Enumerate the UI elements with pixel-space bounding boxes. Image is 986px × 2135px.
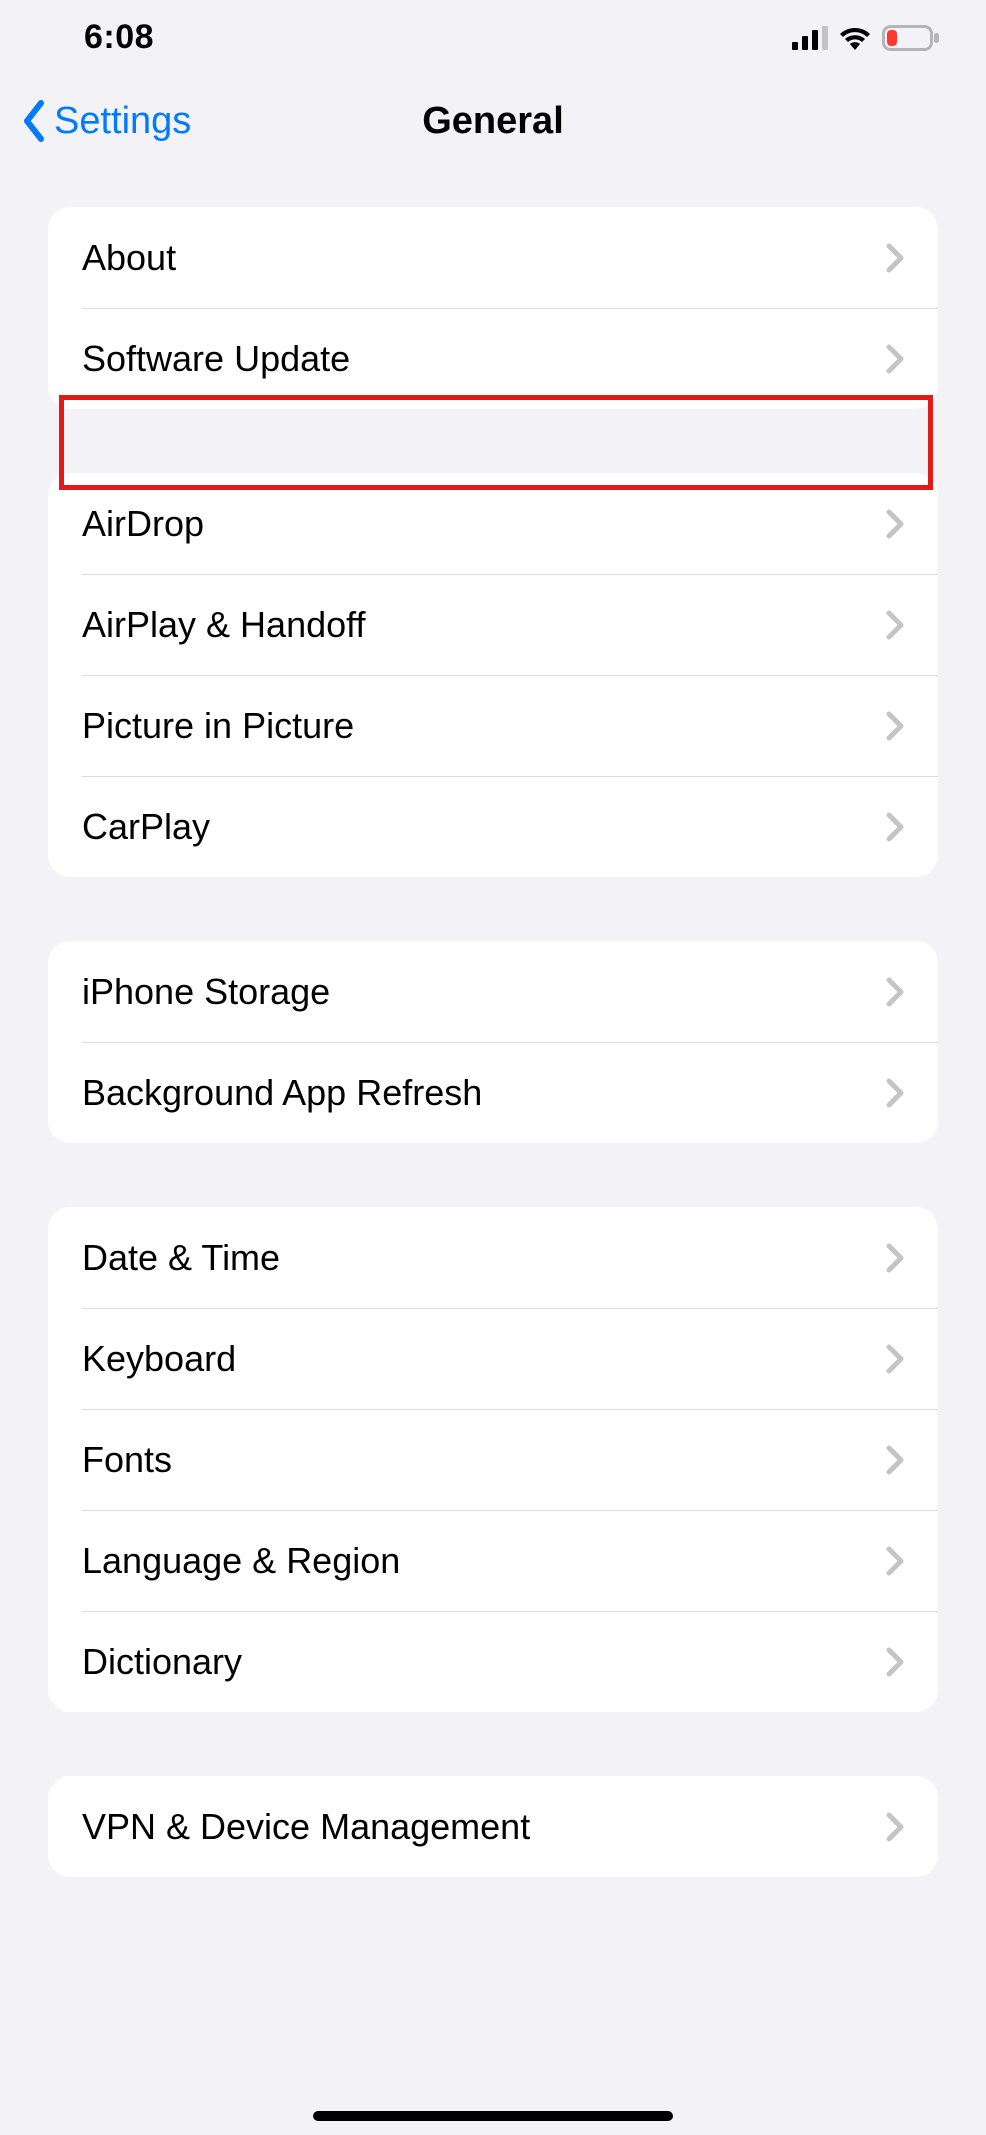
chevron-right-icon bbox=[886, 812, 904, 842]
chevron-right-icon bbox=[886, 344, 904, 374]
row-date-time[interactable]: Date & Time bbox=[48, 1207, 938, 1308]
chevron-right-icon bbox=[886, 1078, 904, 1108]
group-storage: iPhone Storage Background App Refresh bbox=[48, 941, 938, 1143]
row-vpn-device-management[interactable]: VPN & Device Management bbox=[48, 1776, 938, 1877]
row-airplay-handoff[interactable]: AirPlay & Handoff bbox=[48, 574, 938, 675]
status-time: 6:08 bbox=[84, 18, 154, 57]
chevron-right-icon bbox=[886, 1647, 904, 1677]
row-software-update[interactable]: Software Update bbox=[48, 308, 938, 409]
row-dictionary[interactable]: Dictionary bbox=[48, 1611, 938, 1712]
row-label: CarPlay bbox=[82, 806, 210, 848]
status-icons bbox=[792, 25, 940, 51]
row-label: Picture in Picture bbox=[82, 705, 354, 747]
row-label: Fonts bbox=[82, 1439, 172, 1481]
group-date-time: Date & Time Keyboard Fonts Language & Re… bbox=[48, 1207, 938, 1712]
chevron-right-icon bbox=[886, 1445, 904, 1475]
row-iphone-storage[interactable]: iPhone Storage bbox=[48, 941, 938, 1042]
row-label: Software Update bbox=[82, 338, 350, 380]
back-label: Settings bbox=[54, 100, 191, 143]
chevron-right-icon bbox=[886, 977, 904, 1007]
chevron-right-icon bbox=[886, 610, 904, 640]
row-label: AirPlay & Handoff bbox=[82, 604, 365, 646]
row-carplay[interactable]: CarPlay bbox=[48, 776, 938, 877]
chevron-right-icon bbox=[886, 1344, 904, 1374]
row-label: iPhone Storage bbox=[82, 971, 330, 1013]
group-about: About Software Update bbox=[48, 207, 938, 409]
row-label: Background App Refresh bbox=[82, 1072, 482, 1114]
row-label: Language & Region bbox=[82, 1540, 400, 1582]
chevron-left-icon bbox=[20, 99, 50, 143]
row-label: Keyboard bbox=[82, 1338, 236, 1380]
row-airdrop[interactable]: AirDrop bbox=[48, 473, 938, 574]
status-bar: 6:08 bbox=[0, 0, 986, 75]
home-indicator bbox=[313, 2111, 673, 2121]
row-label: About bbox=[82, 237, 176, 279]
row-language-region[interactable]: Language & Region bbox=[48, 1510, 938, 1611]
row-label: Date & Time bbox=[82, 1237, 280, 1279]
row-label: AirDrop bbox=[82, 503, 204, 545]
chevron-right-icon bbox=[886, 243, 904, 273]
row-about[interactable]: About bbox=[48, 207, 938, 308]
battery-low-icon bbox=[882, 25, 940, 51]
row-fonts[interactable]: Fonts bbox=[48, 1409, 938, 1510]
chevron-right-icon bbox=[886, 1243, 904, 1273]
wifi-icon bbox=[838, 26, 872, 50]
chevron-right-icon bbox=[886, 711, 904, 741]
navigation-bar: Settings General bbox=[0, 75, 986, 167]
row-label: Dictionary bbox=[82, 1641, 242, 1683]
row-label: VPN & Device Management bbox=[82, 1806, 530, 1848]
back-button[interactable]: Settings bbox=[20, 99, 191, 143]
row-picture-in-picture[interactable]: Picture in Picture bbox=[48, 675, 938, 776]
cellular-signal-icon bbox=[792, 26, 828, 50]
chevron-right-icon bbox=[886, 1812, 904, 1842]
row-background-app-refresh[interactable]: Background App Refresh bbox=[48, 1042, 938, 1143]
chevron-right-icon bbox=[886, 509, 904, 539]
chevron-right-icon bbox=[886, 1546, 904, 1576]
group-airdrop: AirDrop AirPlay & Handoff Picture in Pic… bbox=[48, 473, 938, 877]
settings-content: About Software Update AirDrop AirPlay & … bbox=[0, 167, 986, 1877]
group-vpn: VPN & Device Management bbox=[48, 1776, 938, 1877]
row-keyboard[interactable]: Keyboard bbox=[48, 1308, 938, 1409]
